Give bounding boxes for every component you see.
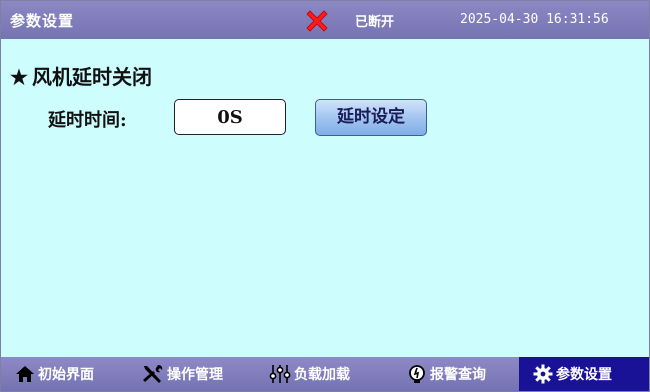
nav-operation-label: 操作管理 bbox=[167, 367, 223, 383]
app-window: 参数设置 已断开 2025-04-30 16:31:56 ★ 风机延时关闭 延时时… bbox=[0, 0, 650, 392]
disconnected-icon bbox=[306, 10, 328, 32]
nav-alarm[interactable]: 报警查询 bbox=[407, 357, 486, 391]
alarm-icon bbox=[409, 365, 425, 383]
bottom-nav: 初始界面 操作管理 负载加载 报警查询 参数设置 bbox=[1, 357, 649, 391]
nav-params-label: 参数设置 bbox=[556, 367, 612, 383]
delay-set-button[interactable]: 延时设定 bbox=[315, 99, 427, 136]
tools-icon bbox=[143, 365, 163, 383]
nav-home[interactable]: 初始界面 bbox=[15, 357, 94, 391]
nav-load[interactable]: 负载加载 bbox=[269, 357, 350, 391]
page-title: 参数设置 bbox=[10, 12, 75, 30]
home-icon bbox=[16, 366, 34, 382]
title-bar: 参数设置 已断开 2025-04-30 16:31:56 bbox=[1, 1, 649, 39]
delay-time-input[interactable]: 0S bbox=[174, 99, 286, 135]
star-icon: ★ bbox=[10, 65, 28, 89]
delay-time-label: 延时时间: bbox=[48, 110, 127, 131]
datetime: 2025-04-30 16:31:56 bbox=[460, 12, 609, 27]
section-title: 风机延时关闭 bbox=[32, 65, 152, 89]
nav-params[interactable]: 参数设置 bbox=[519, 357, 649, 391]
gear-icon bbox=[533, 364, 553, 384]
sliders-icon bbox=[269, 365, 291, 383]
nav-home-label: 初始界面 bbox=[38, 367, 94, 383]
nav-alarm-label: 报警查询 bbox=[430, 367, 486, 383]
main-content: ★ 风机延时关闭 延时时间: 0S 延时设定 bbox=[1, 39, 649, 357]
connection-status: 已断开 bbox=[355, 15, 395, 30]
nav-operation[interactable]: 操作管理 bbox=[142, 357, 223, 391]
nav-load-label: 负载加载 bbox=[294, 367, 350, 383]
section-heading: ★ 风机延时关闭 bbox=[10, 61, 152, 90]
